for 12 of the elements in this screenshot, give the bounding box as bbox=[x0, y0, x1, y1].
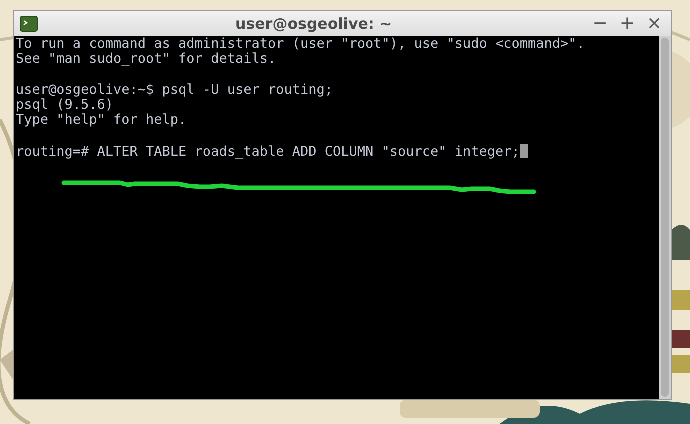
terminal-line: psql (9.5.6) bbox=[16, 98, 115, 114]
terminal-icon bbox=[20, 16, 38, 32]
scrollbar[interactable] bbox=[659, 36, 671, 399]
terminal-line: user@osgeolive:~$ psql -U user routing; bbox=[16, 82, 334, 98]
terminal-line: To run a command as administrator (user "root"), use "sudo <command>". bbox=[16, 37, 586, 52]
terminal-line: See "man sudo_root" for details. bbox=[16, 52, 278, 68]
close-button[interactable]: × bbox=[644, 14, 665, 34]
minimize-button[interactable]: − bbox=[590, 14, 611, 34]
terminal-line: Type "help" for help. bbox=[16, 113, 188, 129]
window-title: user@osgeolive: ~ bbox=[234, 14, 394, 32]
maximize-button[interactable]: + bbox=[616, 14, 638, 34]
terminal-line: routing=# ALTER TABLE roads_table ADD COLUMN "source" integer; bbox=[16, 144, 657, 160]
